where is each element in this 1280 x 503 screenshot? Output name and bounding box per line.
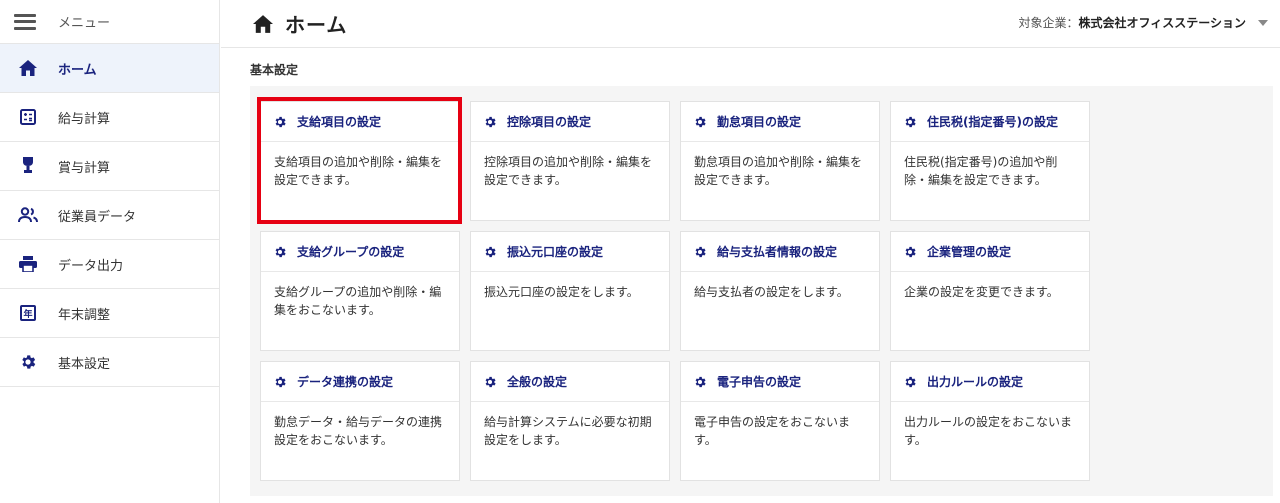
settings-card-6[interactable]: 給与支払者情報の設定 給与支払者の設定をします。 xyxy=(680,231,880,351)
gear-icon xyxy=(693,245,707,259)
gear-icon xyxy=(483,115,497,129)
card-description: 勤怠データ・給与データの連携設定をおこないます。 xyxy=(274,415,443,447)
card-description: 電子申告の設定をおこないます。 xyxy=(694,415,851,447)
card-description: 勤怠項目の追加や削除・編集を設定できます。 xyxy=(694,155,863,187)
card-header: 勤怠項目の設定 xyxy=(681,102,879,142)
sidebar-item-label: 基本設定 xyxy=(58,356,111,372)
menu-label: メニュー xyxy=(58,16,111,31)
card-title[interactable]: 支給グループの設定 xyxy=(297,243,404,260)
card-title[interactable]: 勤怠項目の設定 xyxy=(717,113,801,130)
sidebar-item-label: 年末調整 xyxy=(58,307,111,323)
card-description: 支給項目の追加や削除・編集を設定できます。 xyxy=(274,155,443,187)
card-title[interactable]: 給与支払者情報の設定 xyxy=(717,243,837,260)
card-header: 振込元口座の設定 xyxy=(471,232,669,272)
card-title[interactable]: 電子申告の設定 xyxy=(717,373,801,390)
card-header: 企業管理の設定 xyxy=(891,232,1089,272)
hamburger-menu-icon[interactable] xyxy=(14,13,36,30)
gear-icon xyxy=(273,375,287,389)
home-icon xyxy=(18,58,38,78)
company-label: 対象企業： xyxy=(1018,16,1079,30)
top-bar: ホーム 対象企業： 株式会社オフィスステーション xyxy=(221,0,1280,48)
settings-panel: 支給項目の設定 支給項目の追加や削除・編集を設定できます。 控除項目の設定 控除… xyxy=(250,86,1273,496)
gear-icon xyxy=(483,245,497,259)
card-description: 支給グループの追加や削除・編集をおこないます。 xyxy=(274,285,442,317)
sidebar-item-label: 従業員データ xyxy=(58,209,137,225)
card-description: 企業の設定を変更できます。 xyxy=(904,285,1059,299)
sidebar-item-basic-settings[interactable]: 基本設定 xyxy=(0,338,219,387)
card-description: 住民税(指定番号)の追加や削除・編集を設定できます。 xyxy=(904,155,1058,187)
page-home-icon xyxy=(253,14,273,33)
settings-card-1[interactable]: 控除項目の設定 控除項目の追加や削除・編集を設定できます。 xyxy=(470,101,670,221)
people-icon xyxy=(18,205,38,225)
sidebar-item-home[interactable]: ホーム xyxy=(0,44,219,93)
card-title[interactable]: 全般の設定 xyxy=(507,373,567,390)
settings-card-7[interactable]: 企業管理の設定 企業の設定を変更できます。 xyxy=(890,231,1090,351)
sidebar-header: メニュー xyxy=(0,0,219,44)
gear-icon xyxy=(903,375,917,389)
company-selector[interactable]: 対象企業： 株式会社オフィスステーション xyxy=(1018,14,1268,31)
settings-card-2[interactable]: 勤怠項目の設定 勤怠項目の追加や削除・編集を設定できます。 xyxy=(680,101,880,221)
sidebar-item-data-output[interactable]: データ出力 xyxy=(0,240,219,289)
sidebar-item-bonus[interactable]: 賞与計算 xyxy=(0,142,219,191)
gear-icon xyxy=(273,245,287,259)
card-title[interactable]: 出力ルールの設定 xyxy=(927,373,1023,390)
sidebar-item-label: 給与計算 xyxy=(58,111,111,127)
card-header: 出力ルールの設定 xyxy=(891,362,1089,402)
settings-card-11[interactable]: 出力ルールの設定 出力ルールの設定をおこないます。 xyxy=(890,361,1090,481)
gear-icon xyxy=(693,375,707,389)
card-description: 給与支払者の設定をします。 xyxy=(694,285,849,299)
sidebar: メニュー ホーム 給与計算 賞与計算 従業員データ データ出力 年 年末調整 基… xyxy=(0,0,220,503)
settings-card-grid: 支給項目の設定 支給項目の追加や削除・編集を設定できます。 控除項目の設定 控除… xyxy=(260,101,1090,481)
sidebar-item-label: ホーム xyxy=(58,62,97,78)
year-glyph: 年 xyxy=(23,308,32,320)
card-title[interactable]: 企業管理の設定 xyxy=(927,243,1011,260)
section-title: 基本設定 xyxy=(250,63,299,77)
sidebar-item-label: データ出力 xyxy=(58,258,124,274)
settings-card-9[interactable]: 全般の設定 給与計算システムに必要な初期設定をします。 xyxy=(470,361,670,481)
card-description: 控除項目の追加や削除・編集を設定できます。 xyxy=(484,155,653,187)
card-title[interactable]: データ連携の設定 xyxy=(297,373,393,390)
gear-icon xyxy=(903,115,917,129)
sidebar-item-year-end[interactable]: 年 年末調整 xyxy=(0,289,219,338)
company-name: 株式会社オフィスステーション xyxy=(1078,16,1246,30)
card-header: 控除項目の設定 xyxy=(471,102,669,142)
card-description: 振込元口座の設定をします。 xyxy=(484,285,639,299)
gear-icon xyxy=(273,115,287,129)
card-description: 給与計算システムに必要な初期設定をします。 xyxy=(484,415,652,447)
card-title[interactable]: 支給項目の設定 xyxy=(297,113,381,130)
settings-card-0[interactable]: 支給項目の設定 支給項目の追加や削除・編集を設定できます。 xyxy=(260,101,460,221)
sidebar-item-payroll[interactable]: 給与計算 xyxy=(0,93,219,142)
card-title[interactable]: 住民税(指定番号)の設定 xyxy=(927,113,1058,130)
gear-icon xyxy=(693,115,707,129)
gear-icon xyxy=(18,352,38,372)
settings-card-4[interactable]: 支給グループの設定 支給グループの追加や削除・編集をおこないます。 xyxy=(260,231,460,351)
page-title: ホーム xyxy=(285,13,348,37)
card-header: 支給項目の設定 xyxy=(261,102,459,142)
year-icon: 年 xyxy=(18,303,38,323)
gear-icon xyxy=(903,245,917,259)
card-title[interactable]: 振込元口座の設定 xyxy=(507,243,603,260)
settings-card-8[interactable]: データ連携の設定 勤怠データ・給与データの連携設定をおこないます。 xyxy=(260,361,460,481)
card-description: 出力ルールの設定をおこないます。 xyxy=(904,415,1073,447)
settings-card-5[interactable]: 振込元口座の設定 振込元口座の設定をします。 xyxy=(470,231,670,351)
card-header: 電子申告の設定 xyxy=(681,362,879,402)
card-header: 住民税(指定番号)の設定 xyxy=(891,102,1089,142)
printer-icon xyxy=(18,254,38,274)
settings-card-3[interactable]: 住民税(指定番号)の設定 住民税(指定番号)の追加や削除・編集を設定できます。 xyxy=(890,101,1090,221)
card-header: 全般の設定 xyxy=(471,362,669,402)
bonus-icon xyxy=(18,156,38,176)
chevron-down-icon[interactable] xyxy=(1258,19,1268,26)
settings-card-10[interactable]: 電子申告の設定 電子申告の設定をおこないます。 xyxy=(680,361,880,481)
card-header: 支給グループの設定 xyxy=(261,232,459,272)
gear-icon xyxy=(483,375,497,389)
calculator-icon xyxy=(18,107,38,127)
card-header: 給与支払者情報の設定 xyxy=(681,232,879,272)
sidebar-item-employee-data[interactable]: 従業員データ xyxy=(0,191,219,240)
card-header: データ連携の設定 xyxy=(261,362,459,402)
sidebar-item-label: 賞与計算 xyxy=(58,160,111,176)
card-title[interactable]: 控除項目の設定 xyxy=(507,113,591,130)
